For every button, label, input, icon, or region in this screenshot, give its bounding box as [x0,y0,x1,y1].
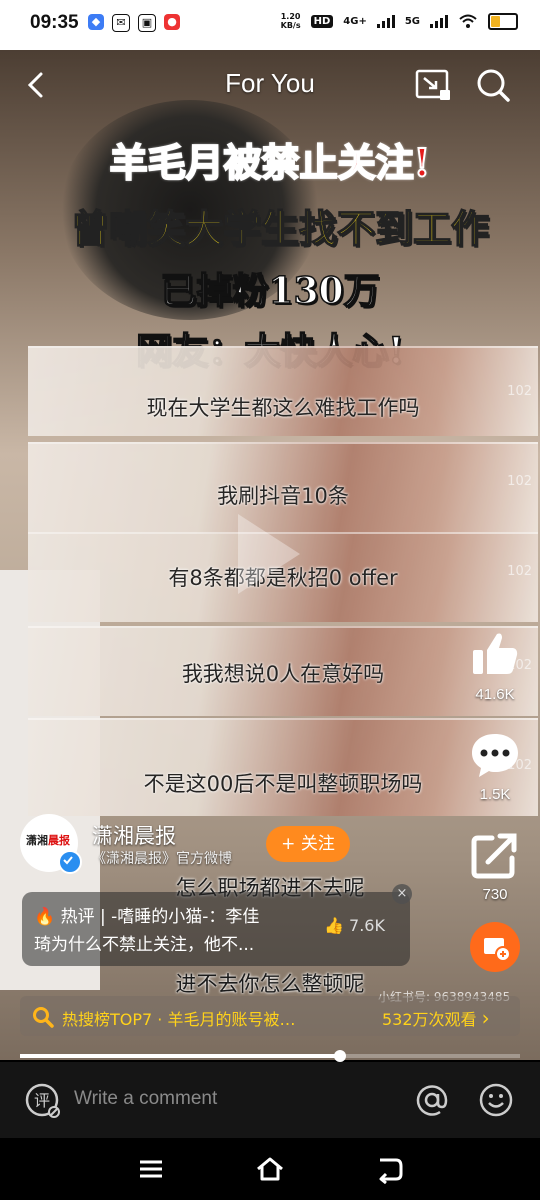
signal-icon [376,14,395,28]
app-notification-icon: ◆ [88,14,104,30]
back-nav-icon[interactable] [374,1154,404,1184]
like-action[interactable]: 41.6K [462,628,528,703]
caption-strip: 现在大学生都这么难找工作吗 102 [28,346,538,436]
comment-bar: 评 Write a comment [0,1062,540,1138]
emoji-icon[interactable] [478,1082,514,1118]
headline-yellow: 曾嘲笑大学生找不到工作 [70,205,490,252]
caption-text: 我刷抖音10条 [217,484,349,508]
search-small-icon [33,1007,54,1028]
network-4g-label: 4G+ [343,15,367,27]
network-5g-label: 5G [404,15,420,27]
comment-count: 1.5K [479,786,511,803]
mention-at-icon[interactable] [414,1082,450,1118]
progress-handle[interactable] [334,1050,346,1062]
notification-icons: ◆ ✉ ▣ ● [88,14,180,32]
comment-input[interactable]: Write a comment [74,1088,217,1110]
verified-badge-icon [58,850,82,874]
status-time: 09:35 [30,12,79,33]
share-count: 730 [482,886,508,903]
like-count: 41.6K [475,686,515,703]
progress-fill [20,1054,340,1058]
collection-icon [484,938,511,962]
chat-notification-icon: ✉ [112,14,130,32]
hot-comment-likes: 👍 7.6K [324,916,385,935]
comment-edit-icon[interactable]: 评 [24,1082,60,1118]
close-hot-comment-button[interactable]: × [392,884,412,904]
hot-comment-card[interactable]: 🔥 热评 | -嗜睡的小猫-：李佳 琦为什么不禁止关注，他不... 👍 7.6K [22,892,410,966]
video-progress-bar[interactable] [20,1050,520,1062]
chevron-right-icon: › [481,1006,490,1030]
home-icon[interactable] [255,1154,285,1184]
menu-icon[interactable] [136,1154,166,1184]
share-icon[interactable] [470,830,520,880]
status-indicators: 1.20 KB/s HD 4G+ 5G [281,12,518,30]
page-title: For You [225,68,315,98]
status-bar: 09:35 ◆ ✉ ▣ ● 1.20 KB/s HD 4G+ 5G [0,0,540,50]
thumbs-up-small-icon: 👍 [324,916,344,935]
trending-bar[interactable]: 热搜榜TOP7 · 羊毛月的账号被… 532万次观看 › [20,996,520,1036]
play-icon[interactable] [238,514,300,594]
strip-number: 102 [507,564,532,579]
strip-number: 102 [507,384,532,399]
hot-comment-line-2: 琦为什么不禁止关注，他不... [34,935,255,955]
comment-action[interactable]: 1.5K [462,730,528,803]
hot-comment-line-1: 🔥 热评 | -嗜睡的小猫-：李佳 [34,907,260,927]
headline-fans-lost: 已掉粉130万 [160,269,381,313]
screen-cast-icon[interactable] [414,68,452,102]
tv-notification-icon: ▣ [138,14,156,32]
follow-button[interactable]: + 关注 [266,826,350,862]
thumbs-up-icon[interactable] [469,628,521,680]
trending-views: 532万次观看 › [382,1006,490,1030]
headline-red: 羊毛月被禁止关注! [109,139,432,186]
wifi-icon [459,14,477,28]
signal-icon-2 [430,14,448,28]
add-to-collection-button[interactable] [470,922,520,972]
caption-text: 现在大学生都这么难找工作吗 [146,396,420,420]
comment-glyph: 评 [34,1091,50,1110]
trending-text: 热搜榜TOP7 · 羊毛月的账号被… [62,1010,296,1029]
account-name[interactable]: 潇湘晨报 [92,820,176,850]
share-action[interactable]: 730 [462,830,528,903]
search-icon[interactable] [474,66,512,104]
battery-icon [488,12,518,30]
red-app-notification-icon: ● [164,14,180,30]
comment-bubble-icon[interactable] [469,730,521,780]
hd-badge: HD [310,14,334,28]
system-navigation-bar [0,1138,540,1200]
network-speed: 1.20 KB/s [280,12,301,30]
account-subtitle: 《潇湘晨报》官方微博 [92,851,232,867]
avatar-logo: 潇湘晨报 [26,834,70,847]
strip-number: 102 [507,474,532,489]
